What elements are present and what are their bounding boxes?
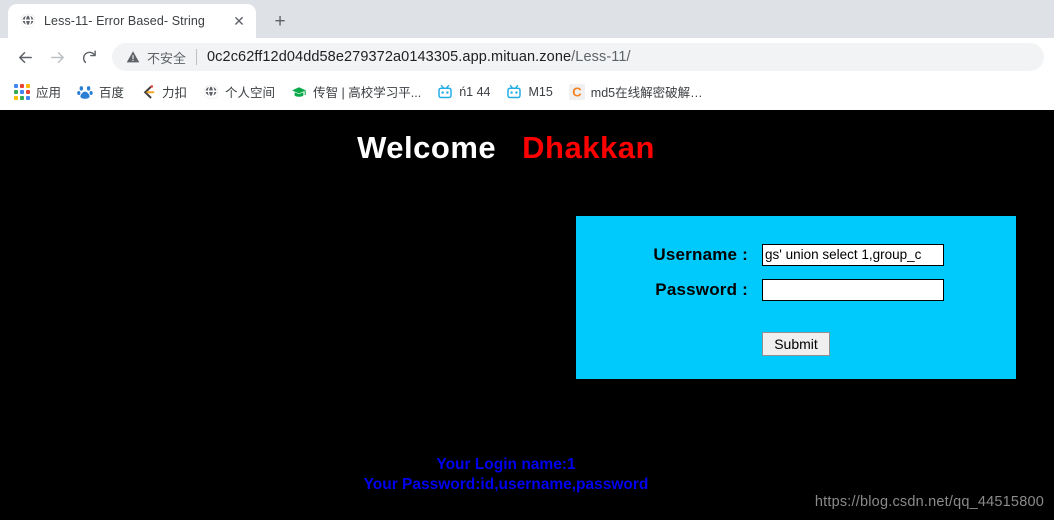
bookmark-md5-decrypt[interactable]: C md5在线解密破解,... [561,79,711,104]
robot-icon [437,84,453,100]
security-status-label: 不安全 [147,50,187,66]
bookmark-label: 应用 [36,86,62,100]
url-text: 0c2c62ff12d04dd58e279372a0143305.app.mit… [207,49,631,65]
graduation-cap-icon [291,84,307,100]
bookmark-chuanzhi[interactable]: 传智 | 高校学习平... [283,79,429,104]
bookmark-label: 传智 | 高校学习平... [313,86,422,100]
watermark-text: https://blog.csdn.net/qq_44515800 [814,494,1044,510]
welcome-text: Welcome [357,130,497,165]
page-heading: Welcome Dhakkan [0,130,1012,166]
reload-button[interactable] [74,42,104,72]
robot-icon [506,84,522,100]
bookmark-leetcode[interactable]: 力扣 [132,79,195,104]
username-label: Username : [653,244,748,264]
bookmark-baidu[interactable]: 百度 [69,79,132,104]
bookmark-m15[interactable]: M15 [498,81,560,103]
baidu-icon [77,84,93,100]
omnibox-divider [196,49,198,65]
url-host: 0c2c62ff12d04dd58e279372a0143305.app.mit… [207,49,572,65]
login-name-line: Your Login name:1 [436,456,576,473]
username-row: Username : gs' union select 1,group_c [620,238,1016,271]
url-path: /Less-11/ [571,49,631,65]
password-row: Password : [620,273,1016,306]
bookmark-label: ń1 44 [459,84,491,99]
login-form: Username : gs' union select 1,group_c Pa… [576,216,1016,379]
bookmark-apps[interactable]: 应用 [6,79,69,104]
globe-icon [20,13,36,29]
bookmark-label: M15 [528,84,553,99]
password-line: Your Password:id,username,password [363,476,649,493]
leetcode-icon [140,84,156,100]
back-button[interactable] [10,42,40,72]
tab-strip: Less-11- Error Based- String ✕ + [0,0,1054,38]
username-input[interactable]: gs' union select 1,group_c [762,243,944,266]
browser-tab[interactable]: Less-11- Error Based- String ✕ [8,4,256,38]
browser-window: Less-11- Error Based- String ✕ + 不安全 0c2… [0,0,1054,520]
bookmark-personal-space[interactable]: 个人空间 [195,79,283,104]
letter-c-icon: C [568,83,585,100]
warning-triangle-icon [126,50,140,64]
close-icon[interactable]: ✕ [230,12,248,30]
bookmark-label: 力扣 [162,86,188,100]
svg-text:C: C [572,84,582,99]
bookmark-p44[interactable]: ń1 44 [429,81,498,103]
globe-icon [203,84,219,100]
tab-title: Less-11- Error Based- String [44,14,205,28]
apps-grid-icon [14,83,30,100]
bookmark-label: 百度 [99,86,125,100]
password-label: Password : [655,279,748,299]
bookmarks-bar: 应用 百度 力扣 个人空间 传智 | 高校学习平... ń1 44 M15 C … [0,76,1054,108]
page-viewport: Welcome Dhakkan Username : gs' union sele… [0,110,1054,520]
new-tab-button[interactable]: + [266,7,294,35]
bookmark-label: md5在线解密破解,... [590,86,703,100]
query-result: Your Login name:1 Your Password:id,usern… [0,455,1012,495]
bookmark-label: 个人空间 [225,86,276,100]
address-bar[interactable]: 不安全 0c2c62ff12d04dd58e279372a0143305.app… [112,43,1044,71]
forward-button[interactable] [42,42,72,72]
password-input[interactable] [762,278,944,301]
submit-button[interactable]: Submit [762,332,830,356]
submit-row: Submit [576,332,1016,356]
dhakkan-text: Dhakkan [522,130,655,165]
browser-toolbar: 不安全 0c2c62ff12d04dd58e279372a0143305.app… [0,38,1054,76]
